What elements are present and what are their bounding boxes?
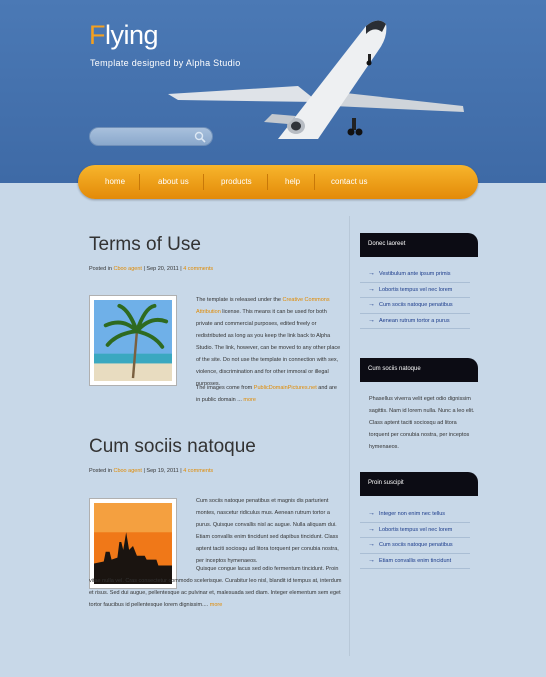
widget-header: Donec laoreet <box>360 233 478 257</box>
nav-divider <box>139 174 140 190</box>
palm-tree-image <box>94 300 172 381</box>
post-meta: Posted in Cboo agent | Sep 19, 2011 | 4 … <box>89 468 214 474</box>
sidebar-link[interactable]: → Cum sociis natoque penatibus <box>360 298 470 314</box>
image-source-link[interactable]: PublicDomainPictures.net <box>254 385 317 391</box>
sidebar-link[interactable]: → Vestibulum ante ipsum primis <box>360 267 470 283</box>
nav-help[interactable]: help <box>285 177 300 186</box>
post-body: The template is released under the Creat… <box>196 297 341 387</box>
nav-divider <box>314 174 315 190</box>
widget-header: Proin suscipit <box>360 472 478 496</box>
header: Flying Template designed by Alpha Studio <box>0 0 546 183</box>
widget-header: Cum sociis natoque <box>360 358 478 382</box>
post-author-link[interactable]: Cboo agent <box>113 468 141 474</box>
post-comments-link[interactable]: 4 comments <box>183 266 213 272</box>
widget-link-list: → Vestibulum ante ipsum primis → Lobortis … <box>360 267 470 329</box>
nav-about-us[interactable]: about us <box>158 177 189 186</box>
widget-text: Phasellus viverra velit eget odio dignis… <box>369 396 475 450</box>
post-title[interactable]: Cum sociis natoque <box>89 436 256 458</box>
post-body: Cum sociis natoque penatibus et magnis d… <box>196 498 339 564</box>
read-more-link[interactable]: more <box>210 602 223 608</box>
post-title[interactable]: Terms of Use <box>89 234 201 256</box>
site-logo[interactable]: Flying <box>89 20 159 51</box>
sidebar-link[interactable]: → Integer non enim nec tellus <box>360 507 470 523</box>
post-thumbnail[interactable] <box>89 295 177 386</box>
post-body: The images come from PublicDomainPicture… <box>196 385 337 403</box>
nav-products[interactable]: products <box>221 177 252 186</box>
widget-link-list: → Integer non enim nec tellus → Lobortis t… <box>360 507 470 569</box>
post-meta: Posted in Cboo agent | Sep 20, 2011 | 4 … <box>89 266 214 272</box>
main-content: Terms of Use Posted in Cboo agent | Sep … <box>78 216 350 656</box>
nav-divider <box>203 174 204 190</box>
arrow-right-icon: → <box>368 301 375 308</box>
arrow-right-icon: → <box>368 541 375 548</box>
nav-divider <box>267 174 268 190</box>
post-comments-link[interactable]: 4 comments <box>183 468 213 474</box>
sidebar-link[interactable]: → Lobortis tempus vel nec lorem <box>360 283 470 298</box>
sidebar-link[interactable]: → Lobortis tempus vel nec lorem <box>360 523 470 538</box>
sidebar-link[interactable]: → Cum sociis natoque penatibus <box>360 538 470 554</box>
arrow-right-icon: → <box>368 316 375 324</box>
arrow-right-icon: → <box>368 285 375 293</box>
nav-contact-us[interactable]: contact us <box>331 177 367 186</box>
airplane-image <box>168 20 464 139</box>
read-more-link[interactable]: more <box>243 397 256 403</box>
arrow-right-icon: → <box>368 270 375 277</box>
main-navigation: home about us products help contact us <box>78 165 478 199</box>
arrow-right-icon: → <box>368 510 375 517</box>
sidebar-link[interactable]: → Aenean rutrum tortor a purus <box>360 314 470 329</box>
arrow-right-icon: → <box>368 525 375 533</box>
post-author-link[interactable]: Cboo agent <box>113 266 141 272</box>
arrow-right-icon: → <box>368 556 375 564</box>
post-body: Quisque congue lacus sed odio fermentum … <box>89 566 342 608</box>
sidebar-link[interactable]: → Etiam convallis enim tincidunt <box>360 554 470 569</box>
nav-home[interactable]: home <box>105 177 125 186</box>
